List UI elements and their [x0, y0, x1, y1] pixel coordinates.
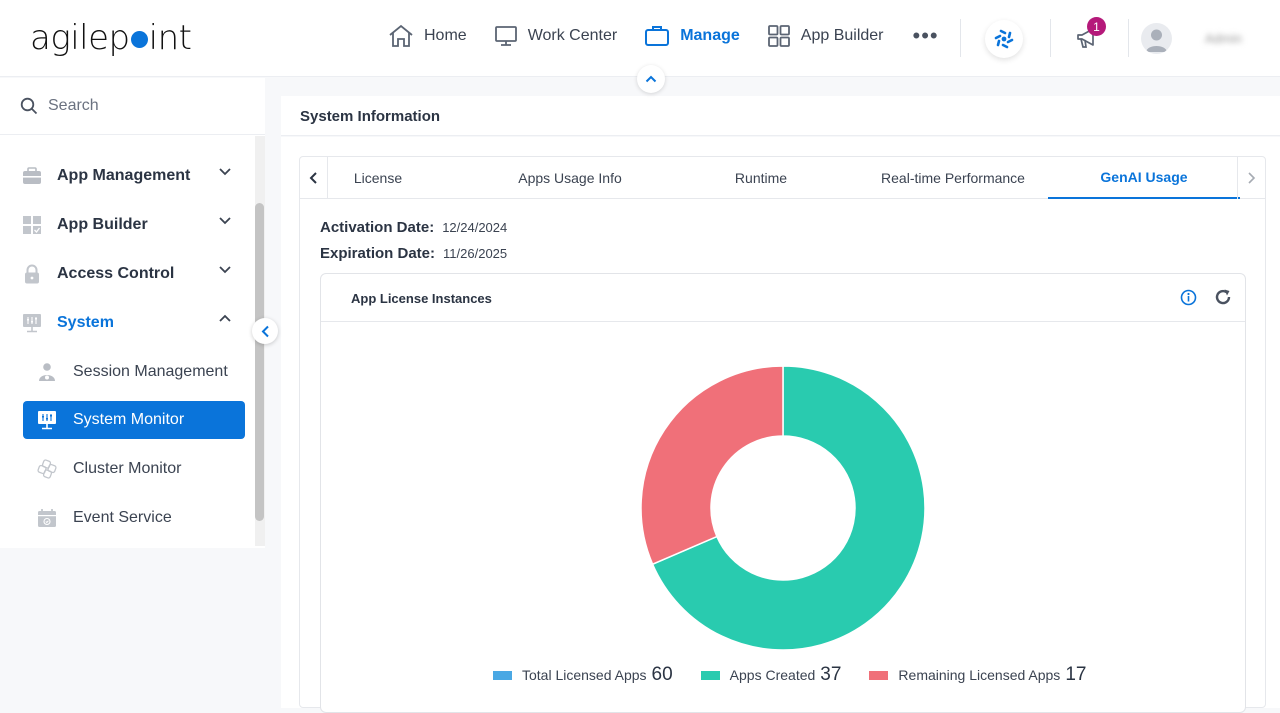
notification-badge: 1: [1087, 17, 1106, 36]
more-menu-button[interactable]: •••: [913, 25, 939, 47]
user-avatar[interactable]: [1141, 23, 1172, 54]
legend-item-remaining-licensed-apps[interactable]: Remaining Licensed Apps 17: [869, 664, 1086, 686]
monitor-sliders-icon: [37, 410, 57, 430]
sidebar-item-event-service[interactable]: Event Service: [23, 499, 245, 537]
cluster-icon: [37, 459, 57, 479]
chevron-down-icon: [219, 266, 231, 274]
sidebar-item-system[interactable]: System: [22, 304, 246, 342]
legend-label: Total Licensed Apps: [522, 667, 647, 683]
donut-slice-remaining-licensed-apps[interactable]: [640, 365, 784, 566]
sidebar-scrollbar-thumb[interactable]: [255, 203, 264, 521]
legend-item-total-licensed-apps[interactable]: Total Licensed Apps 60: [493, 664, 673, 686]
nav-work-center[interactable]: Work Center: [494, 24, 617, 48]
collapse-header-button[interactable]: [637, 65, 665, 93]
main-nav: Home Work Center Manage App Builder •••: [388, 24, 939, 48]
agilepoint-logo[interactable]: agilep int: [30, 18, 192, 58]
expiration-date-label: Expiration Date:: [320, 245, 436, 262]
expiration-date-value: 11/26/2025: [443, 246, 508, 261]
page-title: System Information: [300, 108, 441, 125]
ai-assistant-button[interactable]: [985, 20, 1023, 58]
legend-swatch: [493, 671, 512, 680]
chart-title: App License Instances: [351, 291, 492, 306]
nav-manage[interactable]: Manage: [644, 24, 740, 48]
system-icon: [22, 313, 42, 333]
sidebar-item-app-builder[interactable]: App Builder: [22, 206, 246, 244]
logo-dot: [130, 31, 148, 48]
user-icon: [1146, 29, 1167, 52]
tab-license[interactable]: License: [328, 157, 428, 199]
tab-runtime[interactable]: Runtime: [700, 157, 822, 199]
tab-genai-usage[interactable]: GenAI Usage: [1048, 157, 1240, 199]
nav-app-builder[interactable]: App Builder: [767, 24, 884, 48]
chevron-down-icon: [219, 217, 231, 225]
chevron-up-icon: [219, 314, 231, 322]
sidebar-item-app-management[interactable]: App Management: [22, 157, 246, 195]
top-bar: agilep int Home Work Center Manage App Bu…: [0, 0, 1280, 77]
chevron-right-icon: [1248, 172, 1256, 184]
app-license-instances-card: App License Instances Total Licensed App…: [320, 273, 1246, 713]
monitor-icon: [494, 26, 517, 46]
chevron-left-icon: [309, 172, 317, 184]
briefcase-icon: [645, 26, 670, 46]
sidebar-item-session-management[interactable]: Session Management: [23, 353, 245, 391]
sidebar-item-cluster-monitor[interactable]: Cluster Monitor: [23, 450, 245, 488]
activation-date-value: 12/24/2024: [442, 220, 508, 235]
grid-icon: [767, 25, 790, 47]
search-icon: [20, 97, 38, 115]
ai-pinwheel-icon: [994, 29, 1014, 49]
system-info-panel: License Apps Usage Info Runtime Real-tim…: [299, 156, 1266, 713]
legend-value: 37: [820, 664, 842, 685]
activation-date-row: Activation Date: 12/24/2024: [320, 219, 507, 245]
tab-apps-usage-info[interactable]: Apps Usage Info: [475, 157, 665, 199]
chart-legend: Total Licensed Apps 60 Apps Created 37 R…: [493, 664, 1114, 686]
sidebar-item-access-control[interactable]: Access Control: [22, 255, 246, 293]
search-input[interactable]: Search: [48, 97, 99, 115]
sidebar-search[interactable]: Search: [0, 78, 265, 135]
chevron-up-icon: [645, 75, 657, 83]
chart-card-header: App License Instances: [321, 274, 1245, 322]
username[interactable]: Admin: [1205, 31, 1242, 46]
legend-value: 17: [1065, 664, 1087, 685]
refresh-icon[interactable]: [1214, 288, 1232, 306]
tab-bar: License Apps Usage Info Runtime Real-tim…: [300, 157, 1265, 199]
chevron-left-icon: [261, 325, 269, 337]
sidebar: Search App Management App Builder Access…: [0, 78, 265, 548]
calendar-icon: [37, 508, 57, 528]
license-dates: Activation Date: 12/24/2024 Expiration D…: [320, 219, 507, 271]
app-grid-icon: [22, 215, 42, 235]
page-header: System Information: [281, 96, 1280, 136]
donut-chart: [640, 365, 926, 651]
expiration-date-row: Expiration Date: 11/26/2025: [320, 245, 507, 271]
legend-label: Apps Created: [729, 667, 816, 683]
collapse-sidebar-button[interactable]: [252, 318, 278, 344]
nav-home[interactable]: Home: [388, 24, 467, 48]
legend-swatch: [700, 671, 720, 680]
chevron-down-icon: [219, 168, 231, 176]
legend-value: 60: [651, 664, 673, 685]
legend-swatch: [869, 671, 889, 680]
divider: [960, 19, 961, 57]
activation-date-label: Activation Date:: [320, 219, 435, 236]
info-icon[interactable]: [1180, 289, 1197, 306]
toolbox-icon: [22, 166, 42, 186]
tab-scroll-right-button[interactable]: [1237, 157, 1265, 199]
divider: [1050, 19, 1051, 57]
legend-label: Remaining Licensed Apps: [898, 667, 1061, 683]
legend-item-apps-created[interactable]: Apps Created 37: [700, 664, 842, 686]
lock-icon: [22, 264, 42, 284]
home-icon: [389, 24, 413, 47]
tab-real-time-performance[interactable]: Real-time Performance: [858, 157, 1048, 199]
user-session-icon: [37, 362, 57, 382]
tab-scroll-left-button[interactable]: [300, 157, 328, 199]
divider: [1128, 19, 1129, 57]
sidebar-item-system-monitor[interactable]: System Monitor: [23, 401, 245, 439]
